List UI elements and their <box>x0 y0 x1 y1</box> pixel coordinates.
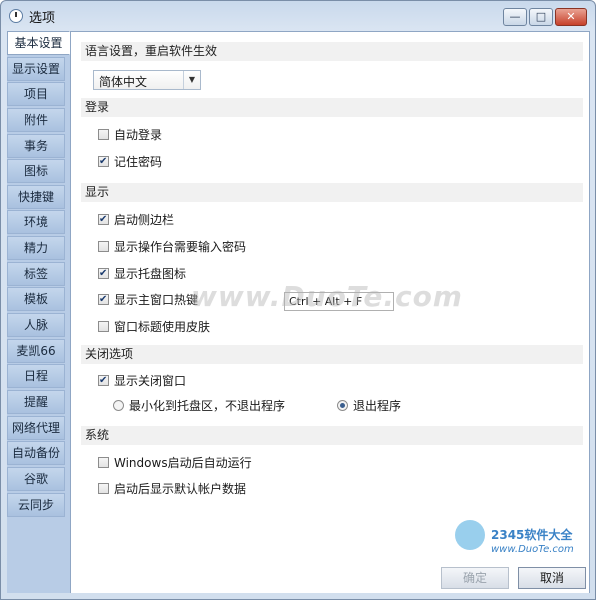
window-skin-option[interactable]: 窗口标题使用皮肤 <box>98 318 210 336</box>
exit-program-label: 退出程序 <box>353 399 402 413</box>
window-skin-label: 窗口标题使用皮肤 <box>114 320 211 334</box>
chevron-down-icon[interactable]: ▼ <box>183 71 200 89</box>
main-hotkey-label: 显示主窗口热键 <box>114 293 199 307</box>
tab-cloud-sync[interactable]: 云同步 <box>7 492 65 517</box>
show-sidebar-option[interactable]: 启动侧边栏 <box>98 211 174 229</box>
auto-run-option[interactable]: Windows启动后自动运行 <box>98 454 252 472</box>
section-system-header: 系统 <box>81 426 583 445</box>
show-sidebar-checkbox[interactable] <box>98 211 109 229</box>
tab-environment[interactable]: 环境 <box>7 210 65 235</box>
remember-password-checkbox[interactable] <box>98 153 109 171</box>
language-select[interactable]: 简体中文 ▼ <box>93 70 201 90</box>
options-window: 选项 — □ ✕ 基本设置 显示设置 项目 附件 事务 图标 快捷键 环境 精力… <box>0 0 596 600</box>
tab-shortcuts[interactable]: 快捷键 <box>7 184 65 209</box>
client-area: 基本设置 显示设置 项目 附件 事务 图标 快捷键 环境 精力 标签 模板 人脉… <box>7 31 590 593</box>
tab-contacts[interactable]: 人脉 <box>7 313 65 338</box>
maximize-button[interactable]: □ <box>529 8 553 26</box>
auto-run-checkbox[interactable] <box>98 457 109 468</box>
exit-program-radio[interactable] <box>337 400 348 411</box>
window-skin-checkbox[interactable] <box>98 321 109 332</box>
tab-energy[interactable]: 精力 <box>7 236 65 261</box>
window-title: 选项 <box>29 11 56 26</box>
brand-watermark: 2345软件大全 www.DuoTe.com <box>451 520 595 566</box>
auto-login-option[interactable]: 自动登录 <box>98 126 162 144</box>
language-select-value: 简体中文 <box>99 75 148 89</box>
workbench-password-checkbox[interactable] <box>98 241 109 252</box>
main-hotkey-option[interactable]: 显示主窗口热键 <box>98 291 198 309</box>
brand-watermark-url: www.DuoTe.com <box>491 544 574 555</box>
show-close-window-label: 显示关闭窗口 <box>114 374 187 388</box>
tab-reminders[interactable]: 提醒 <box>7 389 65 414</box>
show-close-window-checkbox[interactable] <box>98 372 109 390</box>
tray-icon-label: 显示托盘图标 <box>114 267 187 281</box>
tab-tasks[interactable]: 事务 <box>7 133 65 158</box>
tab-display-settings[interactable]: 显示设置 <box>7 56 65 81</box>
tab-projects[interactable]: 项目 <box>7 82 65 107</box>
hotkey-input[interactable]: Ctrl + Alt + F <box>284 292 394 311</box>
default-account-checkbox[interactable] <box>98 483 109 494</box>
main-hotkey-checkbox[interactable] <box>98 291 109 309</box>
tab-calendar[interactable]: 日程 <box>7 364 65 389</box>
ok-button[interactable]: 确定 <box>441 567 509 589</box>
tab-basic-settings[interactable]: 基本设置 <box>7 31 70 55</box>
minimize-button[interactable]: — <box>503 8 527 26</box>
tab-templates[interactable]: 模板 <box>7 287 65 312</box>
section-display-header: 显示 <box>81 183 583 202</box>
show-sidebar-label: 启动侧边栏 <box>114 213 175 227</box>
minimize-to-tray-label: 最小化到托盘区，不退出程序 <box>129 399 286 413</box>
tab-attachments[interactable]: 附件 <box>7 107 65 132</box>
section-login-header: 登录 <box>81 98 583 117</box>
auto-login-checkbox[interactable] <box>98 129 109 140</box>
workbench-password-option[interactable]: 显示操作台需要输入密码 <box>98 238 246 256</box>
cancel-button[interactable]: 取消 <box>518 567 586 589</box>
show-close-window-option[interactable]: 显示关闭窗口 <box>98 372 186 390</box>
tab-auto-backup[interactable]: 自动备份 <box>7 441 65 466</box>
default-account-label: 启动后显示默认帐户数据 <box>114 482 247 496</box>
minimize-to-tray-radio[interactable] <box>113 400 124 411</box>
app-clock-icon <box>9 9 23 23</box>
tray-icon-checkbox[interactable] <box>98 265 109 283</box>
tab-network-proxy[interactable]: 网络代理 <box>7 415 65 440</box>
default-account-option[interactable]: 启动后显示默认帐户数据 <box>98 480 246 498</box>
tray-icon-option[interactable]: 显示托盘图标 <box>98 265 186 283</box>
exit-program-option[interactable]: 退出程序 <box>337 397 401 415</box>
brand-watermark-text: 2345软件大全 <box>491 528 573 542</box>
auto-run-label: Windows启动后自动运行 <box>114 456 252 470</box>
section-language-header: 语言设置，重启软件生效 <box>81 42 583 61</box>
settings-panel: 语言设置，重启软件生效 简体中文 ▼ 登录 自动登录 记住密码 显示 启动侧边栏… <box>70 31 590 593</box>
tab-icons[interactable]: 图标 <box>7 159 65 184</box>
section-close-header: 关闭选项 <box>81 345 583 364</box>
tab-tags[interactable]: 标签 <box>7 261 65 286</box>
tab-google[interactable]: 谷歌 <box>7 466 65 491</box>
close-button[interactable]: ✕ <box>555 8 587 26</box>
auto-login-label: 自动登录 <box>114 128 163 142</box>
mascot-icon <box>455 520 485 550</box>
workbench-password-label: 显示操作台需要输入密码 <box>114 240 247 254</box>
tab-mackay66[interactable]: 麦凯66 <box>7 338 65 363</box>
minimize-to-tray-option[interactable]: 最小化到托盘区，不退出程序 <box>113 397 285 415</box>
remember-password-label: 记住密码 <box>114 155 163 169</box>
settings-sidebar: 基本设置 显示设置 项目 附件 事务 图标 快捷键 环境 精力 标签 模板 人脉… <box>7 31 70 593</box>
title-bar[interactable]: 选项 — □ ✕ <box>1 1 595 31</box>
remember-password-option[interactable]: 记住密码 <box>98 153 162 171</box>
